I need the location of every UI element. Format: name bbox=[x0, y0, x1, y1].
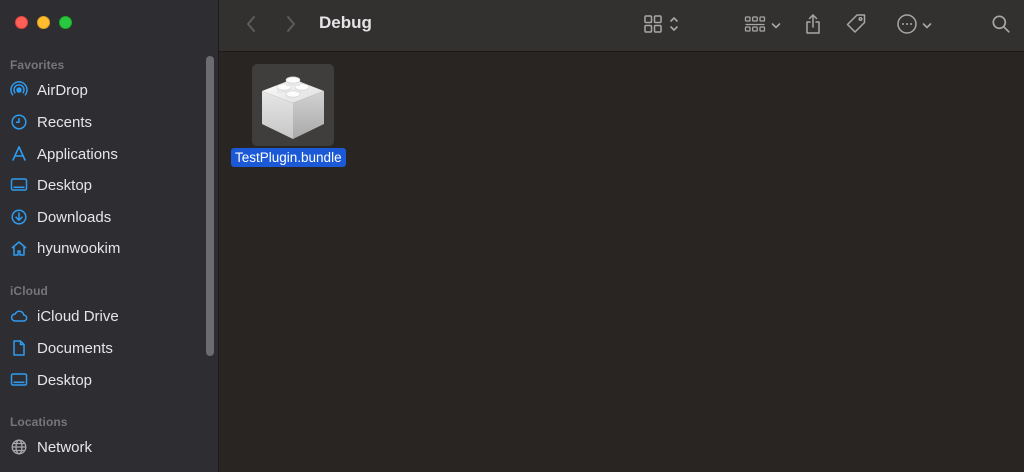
search-icon bbox=[991, 14, 1011, 39]
sidebar-item-desktop[interactable]: Desktop bbox=[10, 173, 200, 197]
chevron-updown-icon bbox=[669, 15, 679, 38]
chevron-down-icon bbox=[922, 17, 932, 35]
file-thumbnail bbox=[252, 64, 334, 146]
sidebar-item-network[interactable]: Network bbox=[10, 435, 200, 459]
sidebar-item-label: Documents bbox=[37, 339, 113, 357]
sidebar-item-documents[interactable]: Documents bbox=[10, 336, 200, 360]
sidebar-item-home[interactable]: hyunwookim bbox=[10, 236, 200, 260]
section-favorites: Favorites bbox=[10, 58, 65, 72]
home-icon bbox=[10, 239, 28, 257]
group-by-button[interactable] bbox=[739, 12, 785, 40]
sidebar: Favorites AirDrop Recents Applications D… bbox=[0, 0, 219, 472]
globe-icon bbox=[10, 438, 28, 456]
group-icon bbox=[744, 15, 766, 38]
sidebar-item-label: hyunwookim bbox=[37, 239, 121, 257]
sidebar-item-airdrop[interactable]: AirDrop bbox=[10, 78, 200, 102]
sidebar-item-icloud-desktop[interactable]: Desktop bbox=[10, 368, 200, 392]
document-icon bbox=[10, 339, 28, 357]
airdrop-icon bbox=[10, 81, 28, 99]
chevron-down-icon bbox=[771, 17, 781, 35]
close-window-button[interactable] bbox=[15, 16, 28, 29]
sidebar-item-downloads[interactable]: Downloads bbox=[10, 205, 200, 229]
sidebar-item-label: AirDrop bbox=[37, 81, 88, 99]
sidebar-item-label: Desktop bbox=[37, 371, 93, 389]
main-content: Debug TestPlugin.bundle bbox=[219, 0, 1024, 472]
sidebar-item-label: iCloud Drive bbox=[37, 307, 119, 325]
grid-view-icon bbox=[643, 14, 663, 39]
back-button[interactable] bbox=[239, 12, 263, 40]
section-icloud: iCloud bbox=[10, 284, 48, 298]
zoom-window-button[interactable] bbox=[59, 16, 72, 29]
sidebar-item-applications[interactable]: Applications bbox=[10, 142, 200, 166]
tags-button[interactable] bbox=[843, 12, 869, 40]
window-controls bbox=[15, 16, 72, 29]
actions-button[interactable] bbox=[891, 12, 937, 40]
share-icon bbox=[804, 13, 822, 40]
search-button[interactable] bbox=[988, 12, 1014, 40]
sidebar-item-icloud-drive[interactable]: iCloud Drive bbox=[10, 304, 200, 328]
sidebar-scrollbar[interactable] bbox=[206, 56, 214, 356]
toolbar: Debug bbox=[219, 0, 1024, 52]
chevron-left-icon bbox=[245, 15, 257, 38]
minimize-window-button[interactable] bbox=[37, 16, 50, 29]
tag-icon bbox=[845, 13, 867, 40]
sidebar-item-label: Downloads bbox=[37, 208, 112, 226]
finder-window: Favorites AirDrop Recents Applications D… bbox=[0, 0, 1024, 472]
share-button[interactable] bbox=[801, 12, 825, 40]
clock-icon bbox=[10, 113, 28, 131]
sidebar-item-recents[interactable]: Recents bbox=[10, 110, 200, 134]
sidebar-item-label: Applications bbox=[37, 145, 118, 163]
sidebar-item-label: Desktop bbox=[37, 176, 93, 194]
download-icon bbox=[10, 208, 28, 226]
window-title: Debug bbox=[319, 13, 372, 32]
file-name-label[interactable]: TestPlugin.bundle bbox=[231, 148, 346, 167]
sidebar-item-label: Recents bbox=[37, 113, 93, 131]
desktop-icon bbox=[10, 371, 28, 389]
desktop-icon bbox=[10, 176, 28, 194]
chevron-right-icon bbox=[285, 15, 297, 38]
section-locations: Locations bbox=[10, 415, 68, 429]
applications-icon bbox=[10, 145, 28, 163]
view-mode-button[interactable] bbox=[638, 12, 684, 40]
more-icon bbox=[896, 13, 918, 40]
cloud-icon bbox=[10, 307, 28, 325]
sidebar-item-label: Network bbox=[37, 438, 93, 456]
forward-button[interactable] bbox=[279, 12, 303, 40]
